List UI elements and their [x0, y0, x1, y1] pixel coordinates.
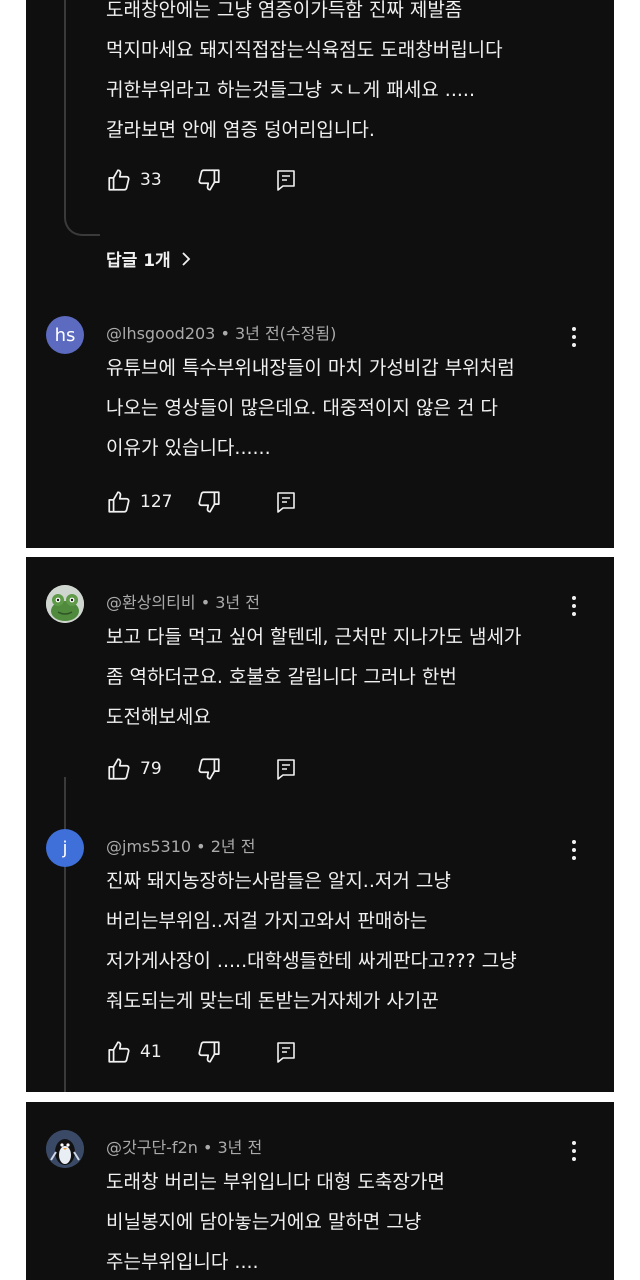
meta-separator: • — [191, 837, 211, 856]
avatar[interactable]: j — [46, 829, 84, 867]
comment-time[interactable]: 3년 전(수정됨) — [235, 324, 336, 343]
more-options-icon[interactable] — [572, 1141, 578, 1161]
like-icon[interactable] — [106, 756, 132, 782]
reply-icon[interactable] — [274, 490, 298, 514]
replies-count-label: 답글 1개 — [106, 251, 171, 271]
like-count: 41 — [140, 1042, 162, 1062]
more-options-icon[interactable] — [572, 596, 578, 616]
comment-meta: @lhsgood203 • 3년 전(수정됨) — [106, 320, 336, 344]
author-name[interactable]: @lhsgood203 — [106, 324, 215, 343]
comment-time[interactable]: 2년 전 — [211, 837, 256, 856]
comment-text: 보고 다들 먹고 싶어 할텐데, 근처만 지나가도 냄세가 좀 역하더군요. 호… — [106, 626, 522, 728]
meta-separator: • — [215, 324, 235, 343]
comment-meta: @jms5310 • 2년 전 — [106, 833, 255, 857]
comment-card-1: 도래창안에는 그냥 염증이가득함 진짜 제발좀 먹지마세요 돼지직접잡는식육점도… — [26, 0, 614, 548]
like-count: 33 — [140, 170, 162, 190]
meta-separator: • — [195, 593, 216, 612]
avatar-initials: j — [62, 837, 68, 859]
more-options-icon[interactable] — [572, 840, 578, 860]
meta-separator: • — [197, 1138, 218, 1157]
comment-text: 유튜브에 특수부위내장들이 마치 가성비갑 부위처럼 나오는 영상들이 많은데요… — [106, 357, 515, 459]
comment-time[interactable]: 3년 전 — [218, 1138, 263, 1157]
thread-line-curve — [64, 212, 100, 236]
comment-actions: 33 — [106, 166, 298, 194]
reply-icon[interactable] — [274, 757, 298, 781]
like-icon[interactable] — [106, 167, 132, 193]
comment-actions: 127 — [106, 488, 298, 516]
like-count: 127 — [140, 492, 173, 512]
chevron-right-icon — [182, 251, 190, 266]
comment-item: @환상의티비 • 3년 전 보고 다들 먹고 싶어 할텐데, 근처만 지나가도 … — [26, 581, 614, 801]
more-options-icon[interactable] — [572, 327, 578, 347]
comment-actions: 79 — [106, 755, 298, 783]
avatar-initials: hs — [54, 324, 76, 346]
author-name[interactable]: @환상의티비 — [106, 593, 196, 612]
dislike-icon[interactable] — [196, 489, 222, 515]
penguin-avatar-icon[interactable] — [46, 1130, 84, 1168]
dislike-icon[interactable] — [196, 1039, 222, 1065]
comment-item: @갓구단-f2n • 3년 전 도래창 버리는 부위입니다 대형 도축장가면 비… — [26, 1126, 614, 1280]
comment-item: hs @lhsgood203 • 3년 전(수정됨) 유튜브에 특수부위내장들이… — [26, 312, 614, 542]
like-icon[interactable] — [106, 1039, 132, 1065]
reply-comment: 도래창안에는 그냥 염증이가득함 진짜 제발좀 먹지마세요 돼지직접잡는식육점도… — [26, 0, 614, 210]
like-icon[interactable] — [106, 489, 132, 515]
comment-text: 도래창안에는 그냥 염증이가득함 진짜 제발좀 먹지마세요 돼지직접잡는식육점도… — [106, 0, 503, 141]
comment-card-2: @환상의티비 • 3년 전 보고 다들 먹고 싶어 할텐데, 근처만 지나가도 … — [26, 557, 614, 1092]
avatar[interactable]: hs — [46, 316, 84, 354]
author-name[interactable]: @jms5310 — [106, 837, 191, 856]
frog-avatar-icon[interactable] — [46, 585, 84, 623]
author-name[interactable]: @갓구단-f2n — [106, 1138, 198, 1157]
reply-icon[interactable] — [274, 168, 298, 192]
comment-card-3: @갓구단-f2n • 3년 전 도래창 버리는 부위입니다 대형 도축장가면 비… — [26, 1102, 614, 1280]
comment-text: 진짜 돼지농장하는사람들은 알지..저거 그냥 버리는부위임..저걸 가지고와서… — [106, 870, 517, 1012]
like-count: 79 — [140, 759, 162, 779]
comment-time[interactable]: 3년 전 — [215, 593, 260, 612]
comment-meta: @환상의티비 • 3년 전 — [106, 589, 260, 613]
comment-text: 도래창 버리는 부위입니다 대형 도축장가면 비닐봉지에 담아놓는거에요 말하면… — [106, 1171, 445, 1273]
dislike-icon[interactable] — [196, 167, 222, 193]
reply-icon[interactable] — [274, 1040, 298, 1064]
view-replies-button[interactable]: 답글 1개 — [106, 246, 191, 271]
comment-actions: 41 — [106, 1038, 298, 1066]
comment-meta: @갓구단-f2n • 3년 전 — [106, 1134, 262, 1158]
comment-item: j @jms5310 • 2년 전 진짜 돼지농장하는사람들은 알지..저거 그… — [26, 825, 614, 1085]
dislike-icon[interactable] — [196, 756, 222, 782]
